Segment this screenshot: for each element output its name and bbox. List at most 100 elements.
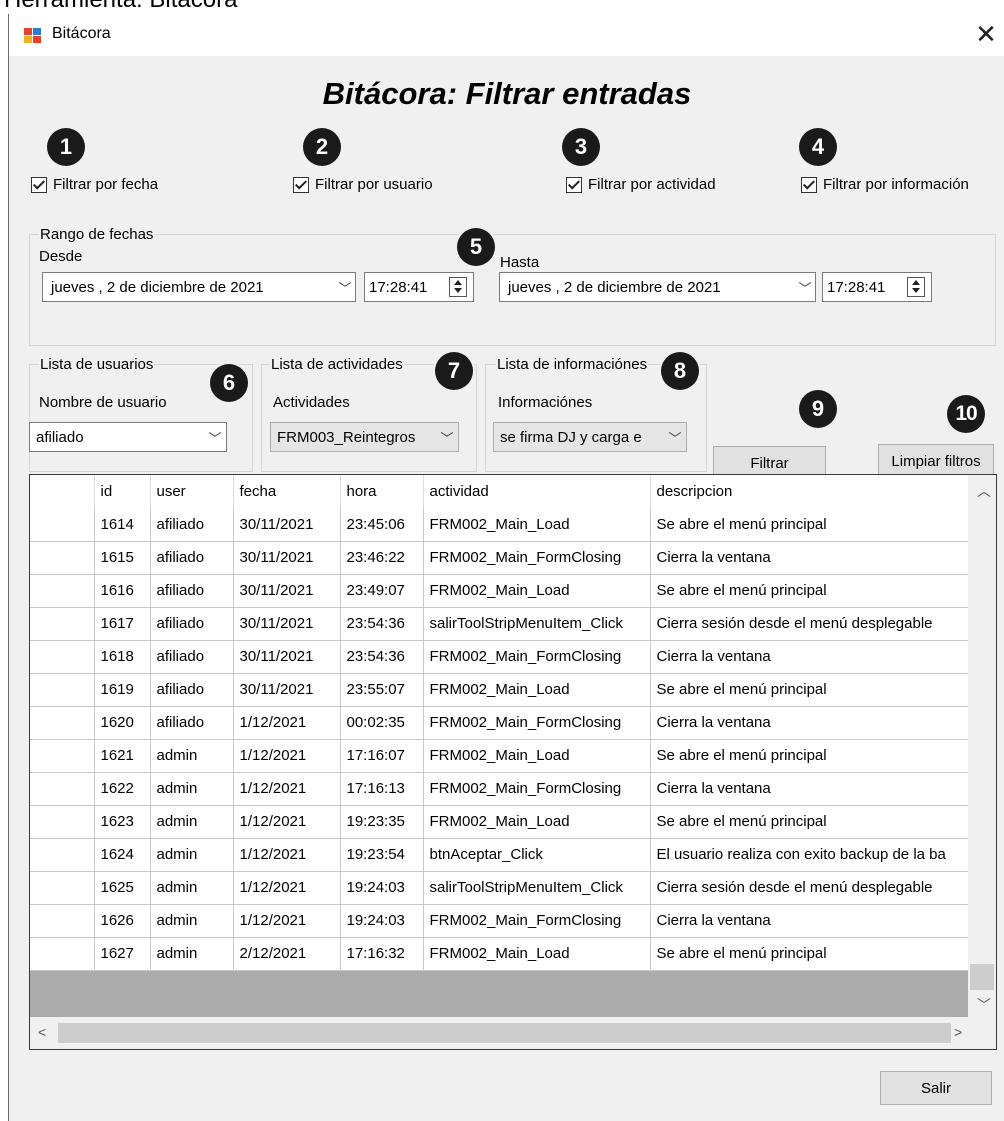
cell-descripcion[interactable]: Se abre el menú principal xyxy=(650,673,971,707)
table-row[interactable]: 1618 afiliado 30/11/2021 23:54:36 FRM002_Mai… xyxy=(30,640,971,674)
activities-combobox[interactable]: FRM003_Reintegros ﹀ xyxy=(270,422,459,452)
limpiar-filtros-button[interactable]: Limpiar filtros xyxy=(878,444,994,478)
cell-descripcion[interactable]: Se abre el menú principal xyxy=(650,739,971,773)
cell-id[interactable]: 1623 xyxy=(94,805,151,839)
cell-actividad[interactable]: FRM002_Main_FormClosing xyxy=(423,772,651,806)
cell-user[interactable]: admin xyxy=(150,937,234,971)
cell-actividad[interactable]: FRM002_Main_Load xyxy=(423,805,651,839)
cell-user[interactable]: afiliado xyxy=(150,574,234,608)
cell-fecha[interactable]: 30/11/2021 xyxy=(233,574,341,608)
table-row[interactable]: 1619 afiliado 30/11/2021 23:55:07 FRM002_Mai… xyxy=(30,673,971,707)
cell-id[interactable]: 1616 xyxy=(94,574,151,608)
row-header[interactable] xyxy=(30,508,95,542)
vertical-scrollbar[interactable]: ︿ ﹀ xyxy=(968,475,996,1017)
cell-id[interactable]: 1614 xyxy=(94,508,151,542)
cell-fecha[interactable]: 1/12/2021 xyxy=(233,871,341,905)
row-header[interactable] xyxy=(30,871,95,905)
cell-hora[interactable]: 23:46:22 xyxy=(340,541,424,575)
column-header-descripcion[interactable]: descripcion xyxy=(650,475,971,508)
cell-hora[interactable]: 17:16:07 xyxy=(340,739,424,773)
cell-actividad[interactable]: salirToolStripMenuItem_Click xyxy=(423,607,651,641)
row-header[interactable] xyxy=(30,673,95,707)
cell-actividad[interactable]: FRM002_Main_FormClosing xyxy=(423,541,651,575)
cell-descripcion[interactable]: Cierra la ventana xyxy=(650,706,971,740)
cell-user[interactable]: afiliado xyxy=(150,508,234,542)
table-row[interactable]: 1626 admin 1/12/2021 19:24:03 FRM002_Main_Fo… xyxy=(30,904,971,938)
spinner-icon[interactable] xyxy=(907,277,925,297)
table-row[interactable]: 1627 admin 2/12/2021 17:16:32 FRM002_Main_Lo… xyxy=(30,937,971,971)
table-row[interactable]: 1620 afiliado 1/12/2021 00:02:35 FRM002_Main… xyxy=(30,706,971,740)
table-row[interactable]: 1624 admin 1/12/2021 19:23:54 btnAceptar_Cli… xyxy=(30,838,971,872)
filter-actividad-checkbox[interactable]: Filtrar por actividad xyxy=(566,176,716,193)
cell-descripcion[interactable]: Cierra la ventana xyxy=(650,541,971,575)
cell-hora[interactable]: 17:16:32 xyxy=(340,937,424,971)
cell-descripcion[interactable]: Se abre el menú principal xyxy=(650,508,971,542)
cell-descripcion[interactable]: Cierra sesión desde el menú desplegable xyxy=(650,871,971,905)
hasta-time-picker[interactable]: 17:28:41 xyxy=(822,272,932,302)
cell-id[interactable]: 1626 xyxy=(94,904,151,938)
cell-actividad[interactable]: FRM002_Main_Load xyxy=(423,739,651,773)
table-row[interactable]: 1621 admin 1/12/2021 17:16:07 FRM002_Main_Lo… xyxy=(30,739,971,773)
cell-fecha[interactable]: 30/11/2021 xyxy=(233,541,341,575)
cell-fecha[interactable]: 1/12/2021 xyxy=(233,904,341,938)
cell-user[interactable]: admin xyxy=(150,739,234,773)
cell-actividad[interactable]: FRM002_Main_FormClosing xyxy=(423,904,651,938)
horizontal-scroll-thumb[interactable] xyxy=(58,1023,951,1043)
cell-fecha[interactable]: 1/12/2021 xyxy=(233,739,341,773)
cell-id[interactable]: 1625 xyxy=(94,871,151,905)
cell-fecha[interactable]: 2/12/2021 xyxy=(233,937,341,971)
users-combobox[interactable]: afiliado ﹀ xyxy=(29,422,227,452)
cell-hora[interactable]: 23:55:07 xyxy=(340,673,424,707)
cell-user[interactable]: admin xyxy=(150,904,234,938)
cell-id[interactable]: 1624 xyxy=(94,838,151,872)
cell-fecha[interactable]: 30/11/2021 xyxy=(233,673,341,707)
row-header[interactable] xyxy=(30,805,95,839)
cell-user[interactable]: admin xyxy=(150,772,234,806)
cell-id[interactable]: 1627 xyxy=(94,937,151,971)
scroll-up-icon[interactable]: ︿ xyxy=(977,481,991,501)
scroll-left-icon[interactable]: < xyxy=(38,1024,46,1040)
cell-id[interactable]: 1621 xyxy=(94,739,151,773)
cell-user[interactable]: afiliado xyxy=(150,541,234,575)
hasta-date-picker[interactable]: jueves , 2 de diciembre de 2021 ﹀ xyxy=(499,272,816,302)
cell-id[interactable]: 1618 xyxy=(94,640,151,674)
row-header[interactable] xyxy=(30,772,95,806)
cell-fecha[interactable]: 1/12/2021 xyxy=(233,805,341,839)
cell-fecha[interactable]: 30/11/2021 xyxy=(233,508,341,542)
table-row[interactable]: 1625 admin 1/12/2021 19:24:03 salirToolStrip… xyxy=(30,871,971,905)
row-header[interactable] xyxy=(30,607,95,641)
cell-id[interactable]: 1619 xyxy=(94,673,151,707)
cell-descripcion[interactable]: Se abre el menú principal xyxy=(650,937,971,971)
cell-actividad[interactable]: salirToolStripMenuItem_Click xyxy=(423,871,651,905)
horizontal-scrollbar[interactable]: < xyxy=(30,1017,968,1049)
row-header[interactable] xyxy=(30,739,95,773)
chevron-down-icon[interactable]: ﹀ xyxy=(795,278,815,297)
log-data-grid[interactable]: id user fecha hora actividad descripcion… xyxy=(29,474,997,1050)
cell-hora[interactable]: 19:23:35 xyxy=(340,805,424,839)
cell-hora[interactable]: 19:23:54 xyxy=(340,838,424,872)
cell-user[interactable]: afiliado xyxy=(150,673,234,707)
cell-fecha[interactable]: 30/11/2021 xyxy=(233,607,341,641)
cell-fecha[interactable]: 30/11/2021 xyxy=(233,640,341,674)
close-button[interactable]: ✕ xyxy=(969,19,1003,51)
cell-hora[interactable]: 19:24:03 xyxy=(340,904,424,938)
cell-actividad[interactable]: FRM002_Main_Load xyxy=(423,508,651,542)
scroll-right-icon[interactable]: > xyxy=(954,1024,962,1040)
cell-hora[interactable]: 23:45:06 xyxy=(340,508,424,542)
table-row[interactable]: 1615 afiliado 30/11/2021 23:46:22 FRM002_Mai… xyxy=(30,541,971,575)
cell-user[interactable]: admin xyxy=(150,871,234,905)
cell-descripcion[interactable]: El usuario realiza con exito backup de l… xyxy=(650,838,971,872)
cell-actividad[interactable]: FRM002_Main_FormClosing xyxy=(423,640,651,674)
column-header-actividad[interactable]: actividad xyxy=(423,475,651,508)
cell-descripcion[interactable]: Se abre el menú principal xyxy=(650,574,971,608)
chevron-down-icon[interactable]: ﹀ xyxy=(335,278,355,297)
column-header-id[interactable]: id xyxy=(94,475,151,508)
row-header[interactable] xyxy=(30,904,95,938)
cell-hora[interactable]: 19:24:03 xyxy=(340,871,424,905)
cell-id[interactable]: 1622 xyxy=(94,772,151,806)
chevron-down-icon[interactable]: ﹀ xyxy=(664,428,686,447)
cell-id[interactable]: 1617 xyxy=(94,607,151,641)
cell-user[interactable]: admin xyxy=(150,838,234,872)
cell-descripcion[interactable]: Cierra la ventana xyxy=(650,904,971,938)
cell-descripcion[interactable]: Cierra sesión desde el menú desplegable xyxy=(650,607,971,641)
